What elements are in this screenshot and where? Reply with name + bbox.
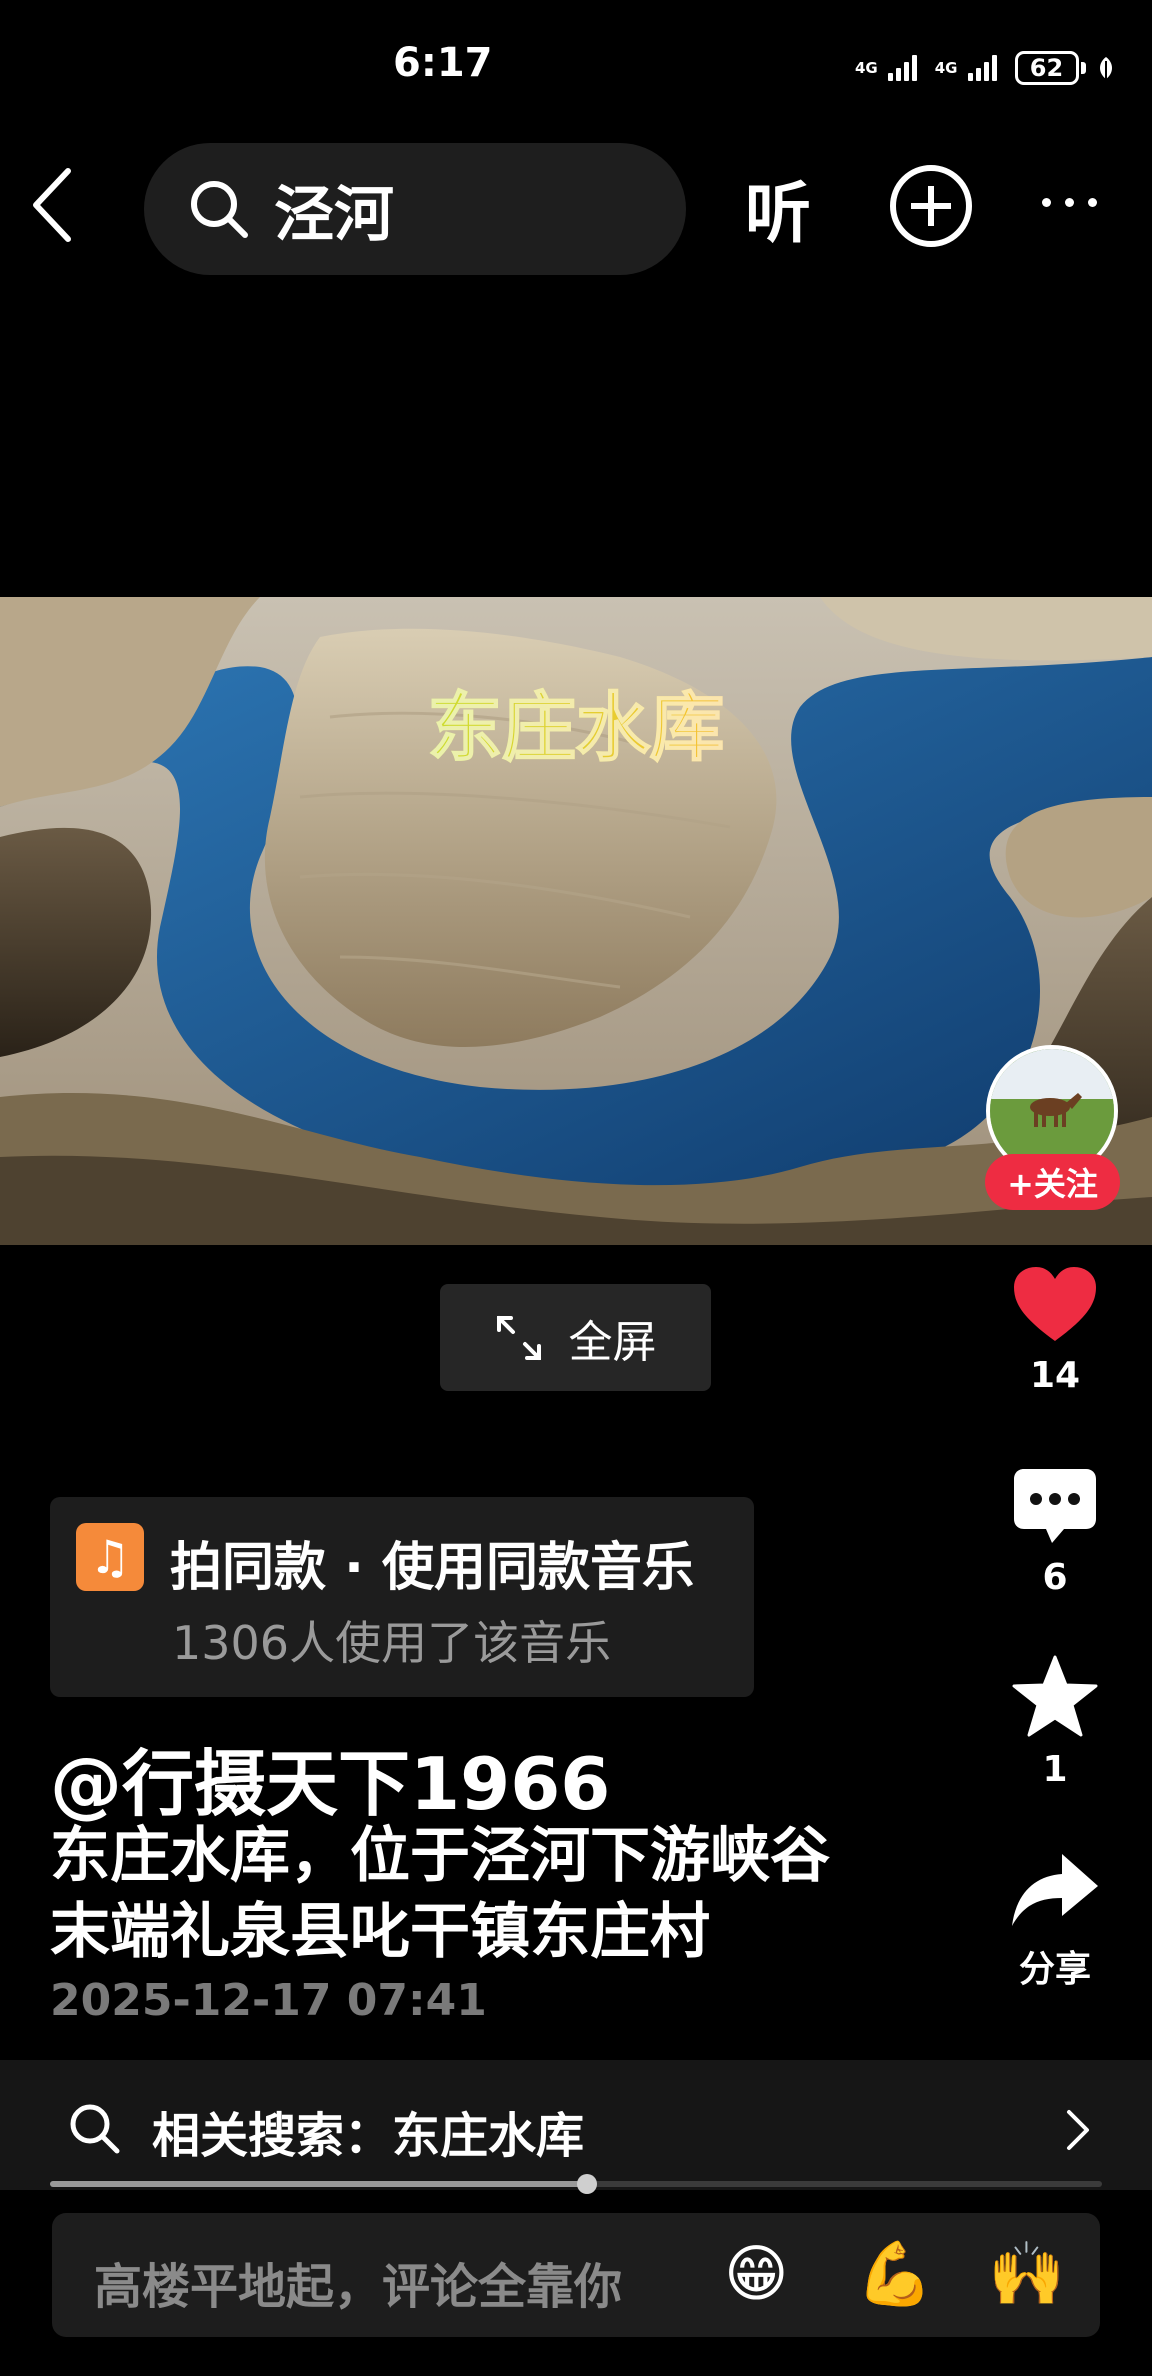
share-action[interactable]: 分享	[1000, 1850, 1110, 1992]
like-count: 14	[1029, 1355, 1081, 1396]
comment-action[interactable]: 6	[1000, 1467, 1110, 1598]
video-overlay-title: 东庄水库	[0, 668, 1152, 775]
like-action[interactable]: 14	[1000, 1265, 1110, 1396]
star-icon	[1012, 1655, 1098, 1737]
favorite-action[interactable]: 1	[1000, 1655, 1110, 1790]
add-button[interactable]	[890, 165, 972, 247]
fullscreen-label: 全屏	[568, 1316, 657, 1368]
signal-icon	[887, 55, 917, 81]
network-label-1: 4G	[855, 58, 878, 77]
back-icon	[33, 168, 71, 242]
listen-button[interactable]: 听	[745, 160, 811, 256]
network-label-2: 4G	[934, 58, 958, 77]
caption-line-1: 东庄水库，位于泾河下游峡谷	[50, 1821, 830, 1891]
related-search-bar[interactable]: 相关搜索：东庄水库	[0, 2060, 1152, 2190]
comment-input[interactable]: 高楼平地起，评论全靠你 😁 💪 🙌	[52, 2213, 1100, 2337]
caption-line-2: 末端礼泉县叱干镇东庄村	[50, 1897, 710, 1967]
status-indicators: 4G 4G 62	[855, 48, 1116, 88]
raised-hands-emoji-button[interactable]: 🙌	[988, 2237, 1065, 2311]
favorite-count: 1	[1042, 1749, 1068, 1790]
music-title: 拍同款 · 使用同款音乐	[170, 1538, 694, 1598]
search-icon	[191, 181, 248, 238]
search-bar[interactable]: 泾河	[144, 143, 686, 275]
more-dot	[1065, 198, 1074, 207]
chevron-right-icon	[1067, 2110, 1089, 2150]
post-date: 2025-12-17 07:41	[50, 1975, 487, 2026]
more-dot	[1088, 198, 1097, 207]
comment-count: 6	[1042, 1557, 1068, 1598]
author-name[interactable]: @行摄天下1966	[50, 1725, 610, 1830]
battery-tip	[1080, 62, 1086, 74]
heart-icon	[1014, 1267, 1096, 1341]
share-icon	[1012, 1854, 1098, 1926]
progress-knob[interactable]	[576, 2174, 597, 2194]
expand-icon	[496, 1315, 541, 1360]
battery-icon: 62	[1014, 51, 1079, 85]
comment-placeholder: 高楼平地起，评论全靠你	[94, 2259, 623, 2315]
leaf-icon	[1099, 57, 1112, 79]
status-time: 6:17	[393, 40, 493, 86]
music-card[interactable]: ♫ 拍同款 · 使用同款音乐 1306人使用了该音乐	[50, 1497, 754, 1697]
post-caption: 东庄水库，位于泾河下游峡谷 末端礼泉县叱干镇东庄村	[50, 1818, 950, 1970]
fullscreen-button[interactable]: 全屏	[440, 1284, 711, 1391]
network-indicator-1: 4G	[855, 58, 878, 77]
more-dot	[1042, 198, 1051, 207]
search-query: 泾河	[274, 179, 394, 250]
network-indicator-2: 4G	[934, 58, 958, 77]
share-label: 分享	[1018, 1949, 1091, 1990]
progress-fill	[50, 2181, 587, 2187]
comment-icon	[1014, 1469, 1096, 1543]
muscle-emoji-button[interactable]: 💪	[856, 2237, 933, 2311]
music-usage: 1306人使用了该音乐	[172, 1616, 612, 1670]
follow-button[interactable]: +关注	[985, 1154, 1120, 1210]
music-note-icon: ♫	[76, 1523, 144, 1591]
grin-emoji-button[interactable]: 😁	[724, 2237, 789, 2310]
more-button[interactable]	[1042, 198, 1097, 207]
search-icon	[70, 2104, 120, 2154]
signal-icon	[967, 55, 997, 81]
related-search-label: 相关搜索：东庄水库	[152, 2108, 585, 2164]
back-button[interactable]	[30, 160, 90, 250]
